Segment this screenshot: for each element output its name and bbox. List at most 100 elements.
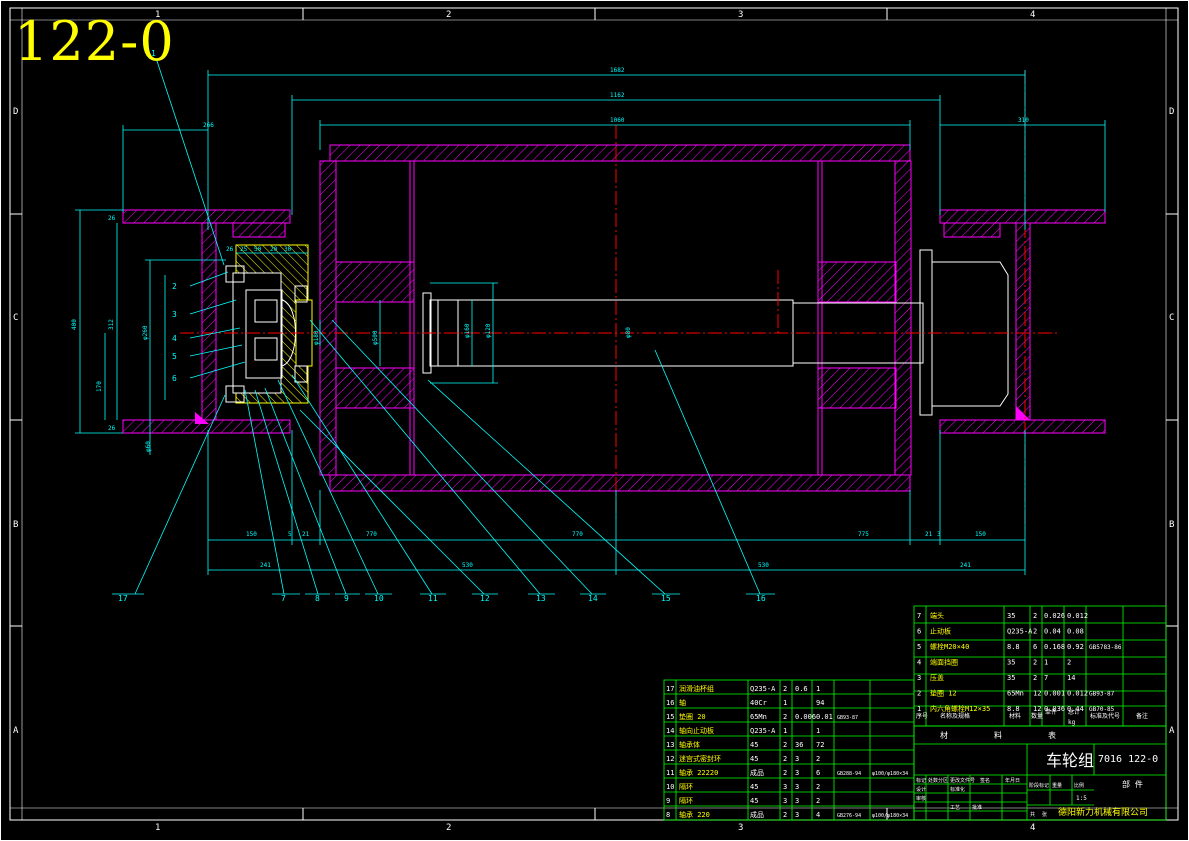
- dim-b1-7: 21: [925, 531, 933, 538]
- dim-left-overhang: 266: [203, 122, 214, 129]
- bom-right-text: 7 端头 35 2 0.026 0.0126 止动板 Q235-A 2 0.04 0.085 螺栓M2…: [916, 611, 1148, 726]
- dim-hub-1: 26: [226, 246, 234, 253]
- left-bearing: [225, 244, 313, 404]
- bom-left-cell-qty: 2: [783, 741, 787, 749]
- bom-left-cell-no: 9: [666, 797, 670, 805]
- bom-left-cell-w2: 0.01: [816, 713, 833, 721]
- bom-left-cell-w1: 3: [795, 769, 799, 777]
- bom-left-cell-no: 16: [666, 699, 674, 707]
- callout-11: 11: [428, 594, 438, 603]
- bom-left-cell-std: GB93-87: [837, 715, 858, 721]
- zone-col-4-top: 4: [1030, 10, 1035, 20]
- tb-standard: 标准化: [950, 786, 965, 793]
- bom-left-cell-w1: 3: [795, 797, 799, 805]
- bom-left-cell-name: 轴承体: [679, 740, 700, 749]
- zone-row-b-left: B: [13, 520, 18, 530]
- company-name: 德阳新力机械有限公司: [1058, 806, 1148, 818]
- bom-left-cell-name: 轴承 220: [679, 810, 710, 819]
- bom-left-cell-w2: 4: [816, 811, 820, 819]
- bom-left-cell-no: 12: [666, 755, 674, 763]
- zone-col-4-bottom: 4: [1030, 823, 1035, 833]
- bom-right-cell-mat: 8.8: [1007, 643, 1020, 651]
- callout-8: 8: [315, 594, 320, 603]
- drawing-big-label: 122-0: [14, 10, 175, 73]
- bom-left: [663, 679, 915, 821]
- bom-right-cell-name: 螺栓M20×40: [930, 642, 969, 651]
- bom-left-cell-mat: 65Mn: [750, 713, 767, 721]
- dim-hub-5: 30: [284, 246, 292, 253]
- dim-b1-6: 775: [858, 531, 869, 538]
- bom-left-cell-mat: 40Cr: [750, 699, 767, 707]
- dim-half-height: 170: [96, 381, 103, 392]
- tb-total: 共: [1030, 811, 1035, 818]
- tb-stage: 阶段标记: [1029, 782, 1049, 789]
- drawing-number: 7016 122-0: [1098, 754, 1158, 765]
- bom-right-cell-no: 7: [917, 612, 921, 620]
- bom-left-cell-qty: 2: [783, 811, 787, 819]
- zone-col-2-bottom: 2: [446, 823, 451, 833]
- dim-b1-3: 21: [302, 531, 310, 538]
- bom-left-cell-w1: 3: [795, 811, 799, 819]
- dim-drum-width: 1060: [610, 117, 625, 124]
- bom-left-cell-name: 垫圈 20: [679, 712, 706, 721]
- bom-left-cell-w1: 0.006: [795, 713, 816, 721]
- tb-process: 工艺: [950, 805, 960, 811]
- dim-b2-2: 530: [462, 562, 473, 569]
- callout-15: 15: [661, 594, 671, 603]
- bom-right-cell-w1: 0.001: [1044, 690, 1065, 698]
- callout-14: 14: [588, 594, 598, 603]
- bom-left-cell-mat: 45: [750, 783, 758, 791]
- dim-center-2: φ160: [464, 323, 471, 338]
- callout-4: 4: [172, 334, 177, 343]
- callout-12: 12: [480, 594, 490, 603]
- tb-count: 处数: [928, 777, 938, 784]
- bom-left-cell-no: 13: [666, 741, 674, 749]
- bom-left-cell-qty: 2: [783, 755, 787, 763]
- dim-overall: 1682: [610, 67, 625, 74]
- bom-left-cell-mat: 45: [750, 755, 758, 763]
- zone-row-a-right: A: [1169, 726, 1175, 736]
- bom-left-cell-w2: 72: [816, 741, 824, 749]
- bom-right-h-w1: 单件: [1045, 708, 1057, 716]
- dim-b1-4: 770: [366, 531, 377, 538]
- callout-13: 13: [536, 594, 546, 603]
- bom-left-cell-w2: 2: [816, 797, 820, 805]
- bom-right-cell-no: 6: [917, 628, 921, 636]
- bom-right-cell-w1: 0.168: [1044, 643, 1065, 651]
- bom-left-cell-no: 17: [666, 685, 674, 693]
- zone-row-c-left: C: [13, 313, 18, 323]
- bom-left-cell-mat: Q235-A: [750, 685, 776, 693]
- tb-date: 年月日: [1005, 777, 1020, 784]
- bom-left-cell-qty: 2: [783, 713, 787, 721]
- bom-left-cell-w1: 0.6: [795, 685, 808, 693]
- bom-left-cell-name: 迷宫式密封环: [679, 754, 721, 763]
- tb-design: 设计: [916, 786, 926, 793]
- bom-left-cell-no: 14: [666, 727, 674, 735]
- bom-left-cell-qty: 3: [783, 797, 787, 805]
- bom-right-cell-std: GB70-85: [1089, 706, 1115, 713]
- bom-right-cell-mat: 35: [1007, 674, 1015, 682]
- cad-drawing: 1 2 3 4 1 2 3 4 D C B A D C B A 1682 116…: [0, 0, 1189, 841]
- bom-left-cell-w2: 2: [816, 783, 820, 791]
- zone-row-d-right: D: [1169, 107, 1174, 117]
- bom-right-cell-no: 2: [917, 690, 921, 698]
- callout-5: 5: [172, 352, 177, 361]
- bom-left-cell-w2: 1: [816, 727, 820, 735]
- dim-center-4: φ80: [625, 327, 632, 338]
- dim-b1-2: 5: [288, 531, 292, 538]
- bom-left-cell-mat: 45: [750, 797, 758, 805]
- bom-right-cell-w1: 0.04: [1044, 628, 1061, 636]
- callout-17: 17: [118, 594, 128, 603]
- bom-left-cell-w1: 3: [795, 783, 799, 791]
- bom-left-cell-note: φ100/φ180×34: [872, 813, 908, 819]
- bom-right-cell-name: 压盖: [930, 673, 944, 682]
- bom-right-cell-qty: 2: [1033, 659, 1037, 667]
- dim-right-overhang: 310: [1018, 117, 1029, 124]
- bom-right-cell-std: GB93-87: [1089, 691, 1115, 698]
- tb-scale: 1:5: [1076, 795, 1087, 802]
- bom-right-cell-w1: 0.026: [1044, 612, 1065, 620]
- bom-right-h-note: 备注: [1136, 712, 1148, 720]
- bom-right-cell-qty: 6: [1033, 643, 1037, 651]
- part-title: 车轮组: [1046, 751, 1094, 770]
- callout-9: 9: [344, 594, 349, 603]
